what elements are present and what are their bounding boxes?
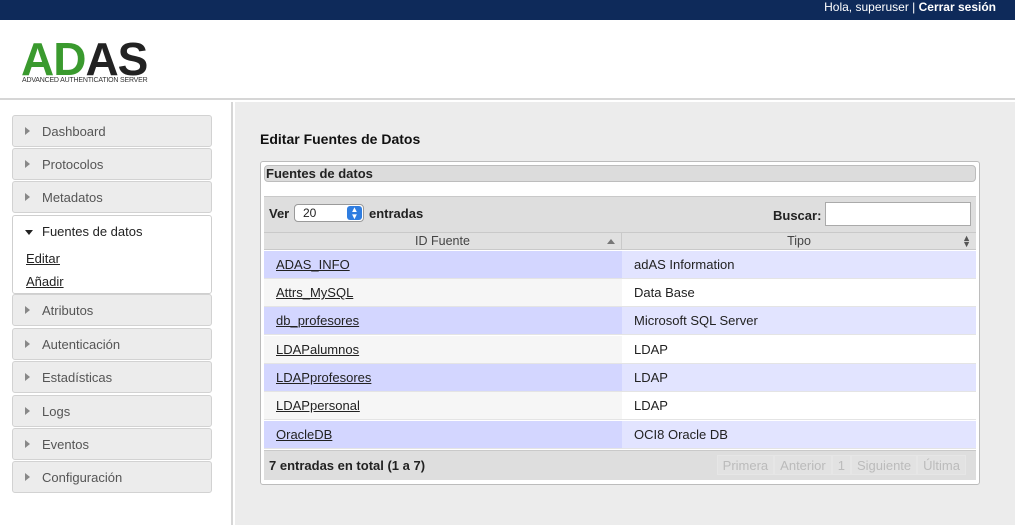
source-id-link[interactable]: Attrs_MySQL	[276, 285, 353, 300]
top-bar: Hola, superuser | Cerrar sesión	[0, 0, 1015, 20]
sidebar-item-label: Configuración	[42, 470, 123, 485]
table-row: LDAPalumnos LDAP	[264, 336, 976, 364]
source-type: adAS Information	[622, 251, 976, 278]
sort-both-icon: ▲ ▼	[962, 233, 971, 249]
submenu-edit-link[interactable]: Editar	[26, 251, 60, 266]
table-header: ID Fuente Tipo ▲ ▼	[264, 232, 976, 250]
table-row: LDAPprofesores LDAP	[264, 364, 976, 392]
chevron-right-icon	[25, 440, 30, 448]
data-sources-panel: Fuentes de datos Ver 20 ▲ ▼ entradas Busc…	[260, 161, 980, 485]
table-row: Attrs_MySQL Data Base	[264, 279, 976, 307]
panel-title: Fuentes de datos	[264, 165, 976, 182]
source-type: LDAP	[622, 392, 976, 419]
chevron-right-icon	[25, 160, 30, 168]
table-info: 7 entradas en total (1 a 7)	[269, 458, 426, 473]
entries-per-page-value: 20	[303, 206, 317, 220]
logo-wordmark: ADAS	[21, 33, 148, 85]
table-footer: 7 entradas en total (1 a 7) Primera Ante…	[264, 450, 976, 480]
logout-link[interactable]: Cerrar sesión	[919, 0, 996, 14]
table-row: OracleDB OCI8 Oracle DB	[264, 421, 976, 449]
next-page-button[interactable]: Siguiente	[850, 455, 918, 475]
sidebar-item-label: Atributos	[42, 303, 94, 318]
select-stepper-icon: ▲ ▼	[347, 206, 362, 221]
greeting-text: Hola, superuser |	[824, 0, 919, 14]
chevron-right-icon	[25, 193, 30, 201]
adas-logo[interactable]: ADAS ADVANCED AUTHENTICATION SERVER	[21, 33, 148, 90]
sort-ascending-icon	[607, 239, 615, 244]
sidebar-item-eventos[interactable]: Eventos	[12, 428, 212, 460]
sidebar-item-label: Eventos	[42, 437, 89, 452]
chevron-right-icon	[25, 127, 30, 135]
source-id-link[interactable]: db_profesores	[276, 313, 359, 328]
source-type: Microsoft SQL Server	[622, 307, 976, 334]
sidebar-item-configuracion[interactable]: Configuración	[12, 461, 212, 493]
source-id-link[interactable]: OracleDB	[276, 427, 332, 442]
chevron-right-icon	[25, 306, 30, 314]
search-label: Buscar:	[773, 208, 822, 223]
sidebar-item-autenticacion[interactable]: Autenticación	[12, 328, 212, 360]
chevron-right-icon	[25, 373, 30, 381]
logo-subtitle: ADVANCED AUTHENTICATION SERVER	[22, 77, 148, 84]
column-header-id-fuente[interactable]: ID Fuente	[264, 233, 622, 250]
sidebar-item-estadisticas[interactable]: Estadísticas	[12, 361, 212, 393]
source-id-link[interactable]: LDAPprofesores	[276, 370, 371, 385]
table-row: LDAPpersonal LDAP	[264, 392, 976, 420]
chevron-right-icon	[25, 407, 30, 415]
sidebar-item-dashboard[interactable]: Dashboard	[12, 115, 212, 147]
column-header-tipo[interactable]: Tipo ▲ ▼	[622, 233, 976, 250]
column-header-label: ID Fuente	[415, 234, 470, 248]
source-type: LDAP	[622, 336, 976, 363]
page-number-button[interactable]: 1	[831, 455, 851, 475]
source-type: OCI8 Oracle DB	[622, 421, 976, 448]
source-id-link[interactable]: LDAPpersonal	[276, 398, 360, 413]
chevron-down-icon	[25, 230, 33, 235]
sidebar-item-label: Autenticación	[42, 337, 121, 352]
previous-page-button[interactable]: Anterior	[774, 455, 832, 475]
search-input[interactable]	[825, 202, 971, 226]
last-page-button[interactable]: Última	[917, 455, 966, 475]
source-id-link[interactable]: LDAPalumnos	[276, 342, 359, 357]
sidebar-item-metadatos[interactable]: Metadatos	[12, 181, 212, 213]
sidebar: Dashboard Protocolos Metadatos Fuentes d…	[0, 102, 233, 525]
sidebar-item-atributos[interactable]: Atributos	[12, 294, 212, 326]
table-toolbar: Ver 20 ▲ ▼ entradas Buscar:	[264, 196, 976, 232]
sidebar-item-label: Metadatos	[42, 190, 103, 205]
sidebar-item-label: Estadísticas	[42, 370, 113, 385]
length-suffix: entradas	[369, 206, 424, 221]
header: ADAS ADVANCED AUTHENTICATION SERVER	[0, 20, 1015, 100]
source-id-link[interactable]: ADAS_INFO	[276, 257, 350, 272]
sidebar-item-protocolos[interactable]: Protocolos	[12, 148, 212, 180]
column-header-label: Tipo	[787, 234, 811, 248]
main-content: Editar Fuentes de Datos Fuentes de datos…	[235, 102, 1015, 525]
pagination: Primera Anterior 1 Siguiente Última	[716, 455, 966, 475]
user-greeting: Hola, superuser | Cerrar sesión	[824, 0, 996, 15]
length-label: Ver	[269, 206, 290, 221]
sidebar-item-label: Logs	[42, 404, 71, 419]
sidebar-item-label: Dashboard	[42, 124, 106, 139]
sidebar-item-label: Fuentes de datos	[42, 224, 143, 239]
table-row: db_profesores Microsoft SQL Server	[264, 307, 976, 335]
source-type: Data Base	[622, 279, 976, 306]
table-row: ADAS_INFO adAS Information	[264, 251, 976, 279]
sidebar-item-label: Protocolos	[42, 157, 104, 172]
first-page-button[interactable]: Primera	[716, 455, 775, 475]
entries-per-page-select[interactable]: 20 ▲ ▼	[294, 204, 364, 222]
source-type: LDAP	[622, 364, 976, 391]
page-title: Editar Fuentes de Datos	[260, 131, 421, 147]
sidebar-item-logs[interactable]: Logs	[12, 395, 212, 427]
chevron-right-icon	[25, 473, 30, 481]
submenu-add-link[interactable]: Añadir	[26, 274, 64, 289]
chevron-right-icon	[25, 340, 30, 348]
sidebar-item-fuentes-de-datos[interactable]: Fuentes de datos Editar Añadir	[12, 215, 212, 294]
